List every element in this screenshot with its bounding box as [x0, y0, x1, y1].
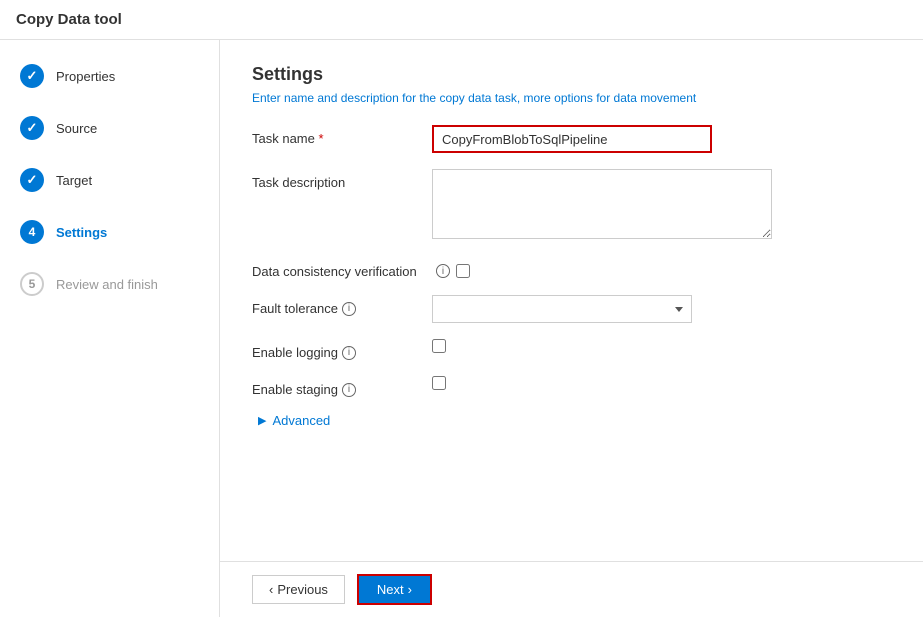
next-label: Next: [377, 582, 404, 597]
fault-tolerance-info-icon[interactable]: i: [342, 302, 356, 316]
step-circle-1: ✓: [20, 64, 44, 88]
enable-logging-checkbox[interactable]: [432, 339, 446, 353]
enable-logging-control: [432, 339, 891, 356]
fault-tolerance-select[interactable]: [432, 295, 692, 323]
fault-tolerance-label-area: Fault tolerance i: [252, 295, 432, 316]
content-scroll: Settings Enter name and description for …: [220, 40, 923, 561]
data-consistency-checkbox[interactable]: [456, 264, 470, 278]
enable-staging-row: Enable staging i: [252, 376, 891, 397]
fault-tolerance-row: Fault tolerance i: [252, 295, 891, 323]
sidebar-item-target[interactable]: ✓ Target: [20, 168, 219, 192]
previous-label: Previous: [277, 582, 328, 597]
task-name-input[interactable]: [432, 125, 712, 153]
required-marker: *: [319, 131, 324, 146]
task-name-control: [432, 125, 891, 153]
check-icon-2: ✓: [27, 120, 38, 136]
enable-staging-label-area: Enable staging i: [252, 376, 432, 397]
section-subtitle: Enter name and description for the copy …: [252, 91, 891, 105]
step-number-4: 4: [29, 225, 36, 239]
fault-tolerance-control: [432, 295, 891, 323]
sidebar-label-settings: Settings: [56, 225, 107, 240]
bottom-bar: ‹ Previous Next ›: [220, 561, 923, 617]
enable-staging-control: [432, 376, 891, 393]
enable-staging-info-icon[interactable]: i: [342, 383, 356, 397]
enable-staging-checkbox[interactable]: [432, 376, 446, 390]
sidebar: ✓ Properties ✓ Source ✓ Target 4 Setting…: [0, 40, 220, 617]
sidebar-label-properties: Properties: [56, 69, 115, 84]
task-name-label: Task name *: [252, 125, 432, 146]
data-consistency-info-icon[interactable]: i: [436, 264, 450, 278]
data-consistency-row: Data consistency verification i: [252, 258, 891, 279]
previous-chevron-icon: ‹: [269, 582, 273, 597]
next-chevron-icon: ›: [408, 582, 412, 597]
step-circle-5: 5: [20, 272, 44, 296]
content-area: Settings Enter name and description for …: [220, 40, 923, 617]
check-icon-1: ✓: [27, 68, 38, 84]
step-circle-3: ✓: [20, 168, 44, 192]
enable-logging-row: Enable logging i: [252, 339, 891, 360]
sidebar-label-source: Source: [56, 121, 97, 136]
data-consistency-control: i: [432, 258, 891, 278]
sidebar-item-settings[interactable]: 4 Settings: [20, 220, 219, 244]
task-description-label: Task description: [252, 169, 432, 190]
enable-logging-label-area: Enable logging i: [252, 339, 432, 360]
step-number-5: 5: [29, 277, 36, 291]
sidebar-item-source[interactable]: ✓ Source: [20, 116, 219, 140]
step-circle-4: 4: [20, 220, 44, 244]
advanced-label[interactable]: Advanced: [272, 413, 330, 428]
task-description-textarea[interactable]: [432, 169, 772, 239]
task-description-control: [432, 169, 891, 242]
step-circle-2: ✓: [20, 116, 44, 140]
previous-button[interactable]: ‹ Previous: [252, 575, 345, 604]
sidebar-label-target: Target: [56, 173, 92, 188]
chevron-right-icon: ▶: [258, 414, 266, 427]
advanced-row[interactable]: ▶ Advanced: [252, 413, 891, 428]
next-button[interactable]: Next ›: [357, 574, 432, 605]
data-consistency-label: Data consistency verification: [252, 258, 432, 279]
sidebar-item-properties[interactable]: ✓ Properties: [20, 64, 219, 88]
task-name-row: Task name *: [252, 125, 891, 153]
page-title: Copy Data tool: [16, 11, 122, 28]
sidebar-item-review[interactable]: 5 Review and finish: [20, 272, 219, 296]
task-description-row: Task description: [252, 169, 891, 242]
top-bar: Copy Data tool: [0, 0, 923, 40]
enable-logging-info-icon[interactable]: i: [342, 346, 356, 360]
main-container: ✓ Properties ✓ Source ✓ Target 4 Setting…: [0, 40, 923, 617]
check-icon-3: ✓: [27, 172, 38, 188]
data-consistency-checkbox-row: i: [432, 258, 891, 278]
sidebar-label-review: Review and finish: [56, 277, 158, 292]
section-title: Settings: [252, 64, 891, 85]
